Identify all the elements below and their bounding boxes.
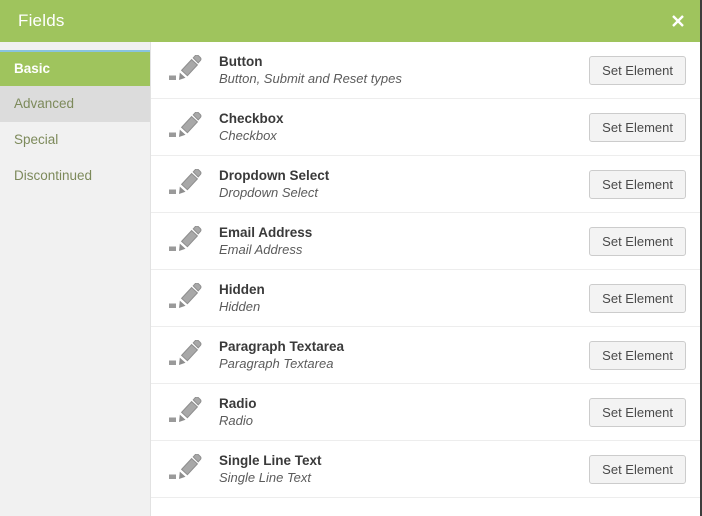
list-item-description: Button, Submit and Reset types (219, 70, 402, 86)
modal-body: Basic Advanced Special Discontinued Butt… (0, 42, 700, 516)
list-item-action: Set Element (574, 397, 686, 427)
list-footer-spacer (151, 498, 700, 516)
category-sidebar: Basic Advanced Special Discontinued (0, 42, 151, 516)
list-item[interactable]: Email Address Email Address Set Element (151, 213, 700, 270)
list-item-description: Email Address (219, 241, 303, 257)
list-item-description: Hidden (219, 298, 261, 314)
close-icon[interactable] (656, 0, 700, 42)
list-item-title: Hidden (219, 281, 265, 297)
set-element-button[interactable]: Set Element (589, 226, 686, 256)
sidebar-item-special[interactable]: Special (0, 122, 150, 158)
list-item-text: Single Line Text Single Line Text (219, 452, 574, 487)
list-item-text: Checkbox Checkbox (219, 110, 574, 145)
list-item-description: Checkbox (219, 127, 277, 143)
list-item-title: Radio (219, 395, 257, 411)
list-item[interactable]: Checkbox Checkbox Set Element (151, 99, 700, 156)
list-item[interactable]: Hidden Hidden Set Element (151, 270, 700, 327)
list-item-text: Email Address Email Address (219, 224, 574, 259)
pencil-edit-icon (151, 55, 219, 85)
list-item[interactable]: Dropdown Select Dropdown Select Set Elem… (151, 156, 700, 213)
sidebar-item-label: Basic (14, 61, 51, 76)
sidebar-item-basic[interactable]: Basic (0, 50, 150, 86)
list-item-action: Set Element (574, 226, 686, 256)
list-item-description: Paragraph Textarea (219, 355, 334, 371)
pencil-edit-icon (151, 283, 219, 313)
set-element-button[interactable]: Set Element (589, 55, 686, 85)
sidebar-item-label: Discontinued (14, 168, 93, 183)
list-item-action: Set Element (574, 112, 686, 142)
list-item[interactable]: Button Button, Submit and Reset types Se… (151, 42, 700, 99)
list-item-action: Set Element (574, 169, 686, 199)
list-item-action: Set Element (574, 340, 686, 370)
fields-modal: Fields Basic Advanced Special Discontinu… (0, 0, 702, 516)
fields-list: Button Button, Submit and Reset types Se… (151, 42, 700, 516)
set-element-button[interactable]: Set Element (589, 397, 686, 427)
list-item-action: Set Element (574, 454, 686, 484)
list-item-description: Single Line Text (219, 469, 312, 485)
list-item-title: Paragraph Textarea (219, 338, 345, 354)
list-item-text: Paragraph Textarea Paragraph Textarea (219, 338, 574, 373)
list-item-action: Set Element (574, 283, 686, 313)
pencil-edit-icon (151, 340, 219, 370)
list-item-title: Single Line Text (219, 452, 322, 468)
list-item-title: Email Address (219, 224, 313, 240)
sidebar-item-advanced[interactable]: Advanced (0, 86, 150, 122)
list-item[interactable]: Single Line Text Single Line Text Set El… (151, 441, 700, 498)
sidebar-item-label: Advanced (14, 96, 75, 111)
sidebar-item-label: Special (14, 132, 59, 147)
set-element-button[interactable]: Set Element (589, 454, 686, 484)
list-item-text: Dropdown Select Dropdown Select (219, 167, 574, 202)
list-item-title: Button (219, 53, 263, 69)
pencil-edit-icon (151, 397, 219, 427)
list-item-title: Dropdown Select (219, 167, 330, 183)
list-item-text: Radio Radio (219, 395, 574, 430)
list-item[interactable]: Paragraph Textarea Paragraph Textarea Se… (151, 327, 700, 384)
set-element-button[interactable]: Set Element (589, 112, 686, 142)
set-element-button[interactable]: Set Element (589, 283, 686, 313)
modal-header: Fields (0, 0, 700, 42)
pencil-edit-icon (151, 169, 219, 199)
list-item-text: Hidden Hidden (219, 281, 574, 316)
pencil-edit-icon (151, 226, 219, 256)
list-item[interactable]: Radio Radio Set Element (151, 384, 700, 441)
list-item-title: Checkbox (219, 110, 284, 126)
pencil-edit-icon (151, 454, 219, 484)
list-item-action: Set Element (574, 55, 686, 85)
pencil-edit-icon (151, 112, 219, 142)
list-item-description: Dropdown Select (219, 184, 318, 200)
list-item-description: Radio (219, 412, 253, 428)
sidebar-item-discontinued[interactable]: Discontinued (0, 158, 150, 194)
set-element-button[interactable]: Set Element (589, 340, 686, 370)
page-title: Fields (18, 11, 65, 30)
set-element-button[interactable]: Set Element (589, 169, 686, 199)
list-item-text: Button Button, Submit and Reset types (219, 53, 574, 88)
